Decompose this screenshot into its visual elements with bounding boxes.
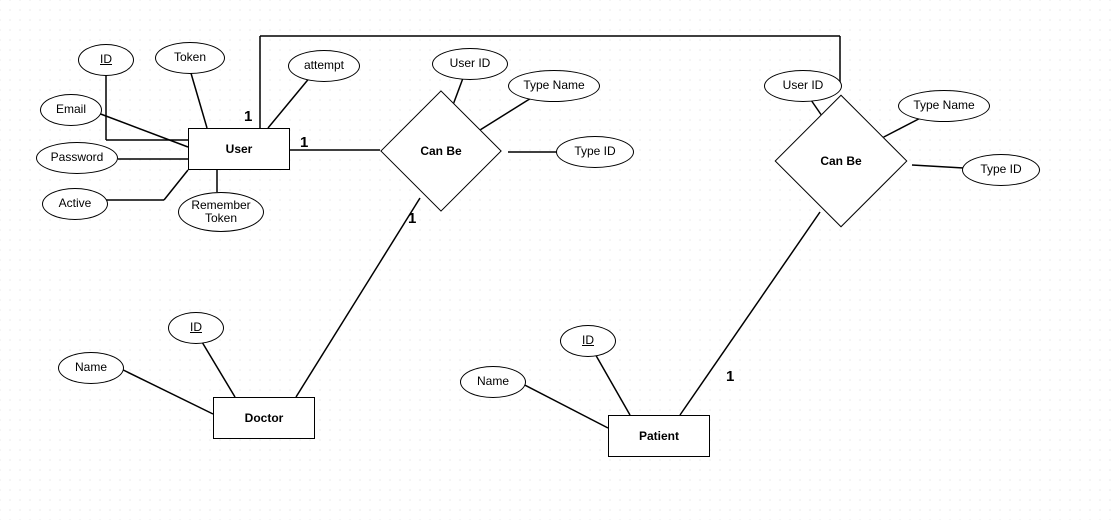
attr-cb2-user-id-label: User ID xyxy=(783,79,824,92)
attr-cb2-type-name-label: Type Name xyxy=(913,99,974,112)
attr-user-attempt-label: attempt xyxy=(304,59,344,72)
attr-cb1-user-id-label: User ID xyxy=(450,57,491,70)
attr-cb1-type-id-label: Type ID xyxy=(574,145,615,158)
attr-user-active-label: Active xyxy=(59,197,92,210)
relationship-canbe-2: Can Be xyxy=(772,92,910,230)
attr-user-password-label: Password xyxy=(51,151,104,164)
attr-user-id: ID xyxy=(78,44,134,76)
cardinality-cb1-doctor: 1 xyxy=(408,210,416,227)
relationship-canbe-2-label: Can Be xyxy=(772,92,910,230)
attr-doctor-name-label: Name xyxy=(75,361,107,374)
attr-user-active: Active xyxy=(42,188,108,220)
attr-doctor-id: ID xyxy=(168,312,224,344)
attr-patient-name-label: Name xyxy=(477,375,509,388)
attr-cb2-type-name: Type Name xyxy=(898,90,990,122)
attr-user-remember-token-label: Remember Token xyxy=(191,199,250,225)
attr-cb1-type-name-label: Type Name xyxy=(523,79,584,92)
attr-patient-id-label: ID xyxy=(582,334,594,347)
attr-user-token: Token xyxy=(155,42,225,74)
attr-user-id-label: ID xyxy=(100,53,112,66)
entity-patient-label: Patient xyxy=(639,429,679,443)
attr-cb1-type-id: Type ID xyxy=(556,136,634,168)
attr-user-token-label: Token xyxy=(174,51,206,64)
attr-user-remember-token: Remember Token xyxy=(178,192,264,232)
entity-user: User xyxy=(188,128,290,170)
attr-user-attempt: attempt xyxy=(288,50,360,82)
cardinality-user-cb1: 1 xyxy=(300,134,308,151)
attr-patient-name: Name xyxy=(460,366,526,398)
relationship-canbe-1-label: Can Be xyxy=(380,90,502,212)
attr-cb2-type-id: Type ID xyxy=(962,154,1040,186)
attr-cb1-user-id: User ID xyxy=(432,48,508,80)
er-diagram-canvas: User Doctor Patient Can Be Can Be ID Tok… xyxy=(0,0,1113,520)
attr-cb2-type-id-label: Type ID xyxy=(980,163,1021,176)
cardinality-cb2-patient: 1 xyxy=(726,368,734,385)
attr-user-password: Password xyxy=(36,142,118,174)
relationship-canbe-1: Can Be xyxy=(380,90,502,212)
entity-user-label: User xyxy=(226,142,253,156)
entity-doctor-label: Doctor xyxy=(245,411,284,425)
attr-user-email-label: Email xyxy=(56,103,86,116)
entity-patient: Patient xyxy=(608,415,710,457)
cardinality-user-top: 1 xyxy=(244,108,252,125)
entity-doctor: Doctor xyxy=(213,397,315,439)
attr-patient-id: ID xyxy=(560,325,616,357)
attr-doctor-id-label: ID xyxy=(190,321,202,334)
attr-doctor-name: Name xyxy=(58,352,124,384)
attr-cb1-type-name: Type Name xyxy=(508,70,600,102)
attr-user-email: Email xyxy=(40,94,102,126)
